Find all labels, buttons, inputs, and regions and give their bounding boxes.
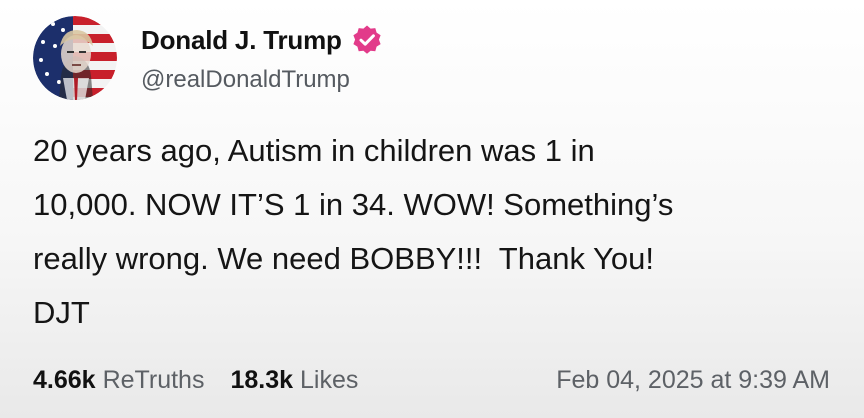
post-timestamp[interactable]: Feb 04, 2025 at 9:39 AM <box>556 366 830 395</box>
verified-badge-icon <box>351 24 383 56</box>
post-body-line: 20 years ago, Autism in children was 1 i… <box>33 133 595 168</box>
post-body: 20 years ago, Autism in children was 1 i… <box>33 124 833 340</box>
post-body-line: really wrong. We need BOBBY!!! Thank You… <box>33 241 654 276</box>
likes-count: 18.3k <box>230 365 294 394</box>
author-handle[interactable]: @realDonaldTrump <box>141 66 350 94</box>
likes-stat[interactable]: 18.3k Likes <box>230 366 358 395</box>
avatar-image <box>33 16 117 100</box>
avatar[interactable] <box>33 16 117 100</box>
post-stats: 4.66k ReTruths 18.3k Likes Feb 04, 2025 … <box>33 362 830 398</box>
likes-label: Likes <box>300 365 359 394</box>
post-body-line: 10,000. NOW IT’S 1 in 34. WOW! Something… <box>33 187 674 222</box>
author-display-name[interactable]: Donald J. Trump <box>141 25 342 56</box>
author-name-row: Donald J. Trump <box>141 22 383 58</box>
post-body-line: DJT <box>33 295 90 330</box>
post-card: Donald J. Trump @realDonaldTrump 20 year… <box>0 0 864 418</box>
retruths-label: ReTruths <box>102 365 205 394</box>
retruths-count: 4.66k <box>33 365 96 394</box>
retruths-stat[interactable]: 4.66k ReTruths <box>33 366 204 395</box>
